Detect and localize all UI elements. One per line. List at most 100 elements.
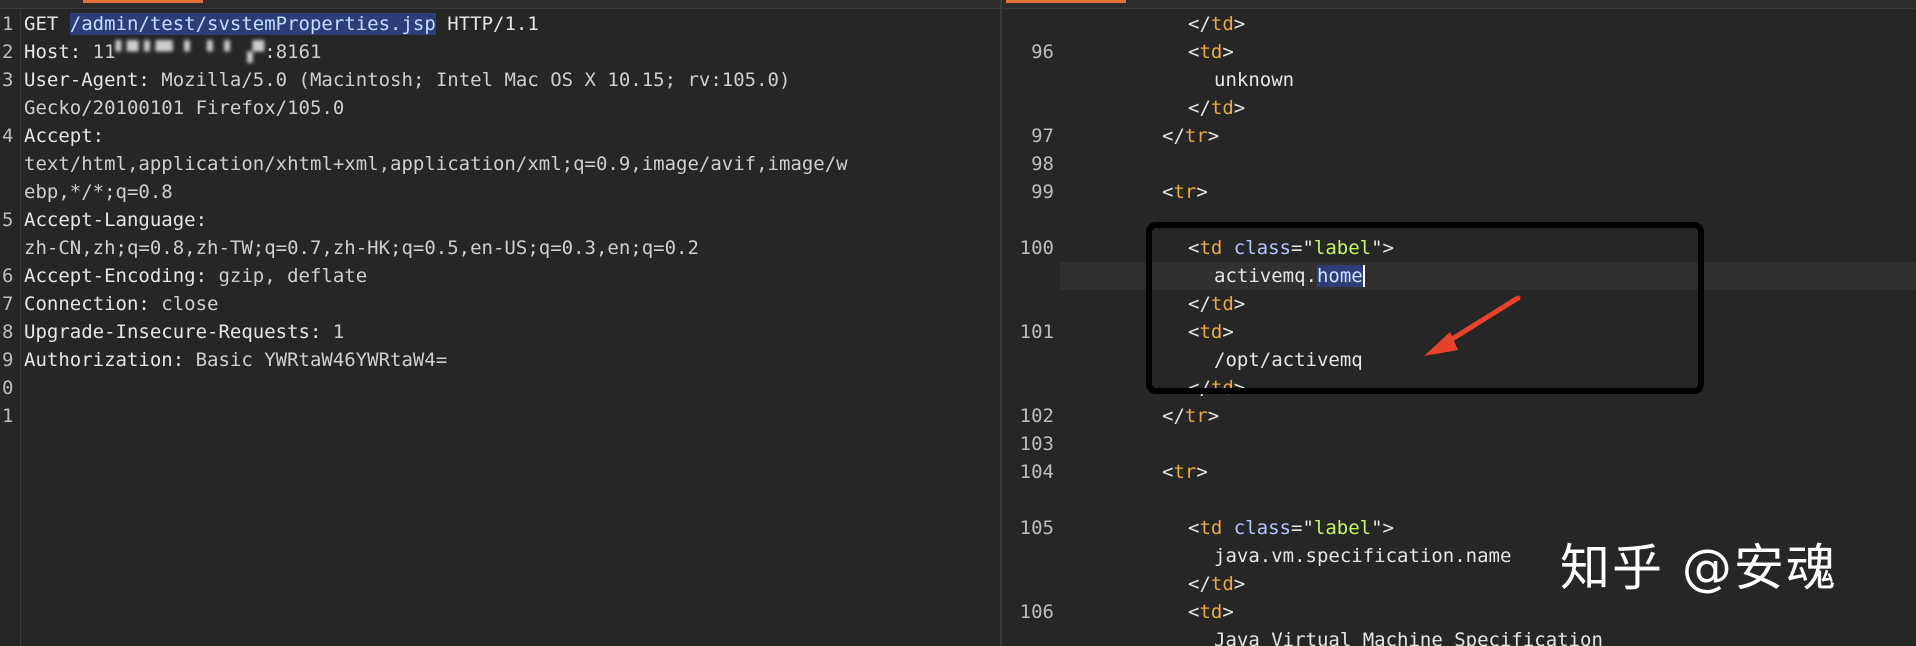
response-line[interactable]: 96 <td>: [1002, 38, 1916, 66]
red-arrow-icon: [1424, 295, 1521, 356]
request-token: ▘▀▝▝▀ ▘ ▘▝ ▗▀: [115, 41, 265, 63]
request-token: Accept-Encoding:: [24, 265, 219, 287]
response-line-code: activemq.home: [1054, 262, 1365, 290]
response-line-code: <td>: [1054, 38, 1234, 66]
request-token: text/html,application/xhtml+xml,applicat…: [24, 153, 848, 175]
line-number: 7: [2, 293, 14, 315]
code-token: tr: [1184, 405, 1208, 427]
request-token: 11: [92, 41, 116, 63]
code-token: unknown: [1214, 69, 1295, 91]
response-line-code: java.vm.specification.name: [1054, 542, 1511, 570]
response-line[interactable]: 98: [1002, 150, 1916, 178]
request-text-area[interactable]: 1 GET /admin/test/svstemProperties.jsp HT…: [0, 10, 1000, 430]
line-number: [1002, 290, 1054, 318]
code-token: <: [1162, 461, 1174, 483]
request-line[interactable]: 5 Accept-Language:: [0, 206, 1000, 234]
request-token: :8161: [264, 41, 322, 63]
request-line[interactable]: 2 Host: 11▘▀▝▝▀ ▘ ▘▝ ▗▀:8161: [0, 38, 1000, 66]
request-line[interactable]: 9 Authorization: Basic YWRtaW46YWRtaW4=: [0, 346, 1000, 374]
request-line[interactable]: 3 User-Agent: Mozilla/5.0 (Macintosh; Int…: [0, 66, 1000, 94]
request-line[interactable]: zh-CN,zh;q=0.8,zh-TW;q=0.7,zh-HK;q=0.5,e…: [0, 234, 1000, 262]
line-number: [1002, 570, 1054, 598]
line-number: [1002, 10, 1054, 38]
code-token: td: [1199, 601, 1223, 623]
code-token: >: [1233, 13, 1246, 35]
code-token: >: [1196, 181, 1208, 203]
request-line[interactable]: 8 Upgrade-Insecure-Requests: 1: [0, 318, 1000, 346]
request-token: Basic YWRtaW46YWRtaW4=: [195, 349, 448, 371]
line-number: 105: [1019, 517, 1054, 539]
response-line-code: <tr>: [1054, 458, 1208, 486]
request-editor-pane[interactable]: 1 GET /admin/test/svstemProperties.jsp HT…: [0, 0, 1000, 646]
code-token: >: [1207, 125, 1220, 147]
response-line-code: </tr>: [1054, 402, 1219, 430]
code-token: >: [1233, 573, 1246, 595]
code-token: <: [1188, 517, 1200, 539]
response-tab-strip: [1002, 0, 1916, 9]
request-line-text: Gecko/20100101 Firefox/105.0: [16, 94, 344, 122]
response-line[interactable]: 99 <tr>: [1002, 178, 1916, 206]
line-number: [1002, 262, 1054, 290]
request-line-text: Accept-Language:: [16, 206, 207, 234]
code-token: </: [1188, 97, 1211, 119]
response-active-tab-indicator[interactable]: [1006, 0, 1126, 3]
request-line[interactable]: 6 Accept-Encoding: gzip, deflate: [0, 262, 1000, 290]
line-number: 4: [2, 125, 14, 147]
code-token: >: [1222, 601, 1234, 623]
response-line-code: [1054, 486, 1110, 514]
request-token: HTTP/1.1: [435, 13, 539, 35]
line-number: [1002, 374, 1054, 402]
request-line[interactable]: ebp,*/*;q=0.8: [0, 178, 1000, 206]
response-line[interactable]: 106 <td>: [1002, 598, 1916, 626]
line-number: 98: [1031, 153, 1054, 175]
request-token: User-Agent:: [24, 69, 162, 91]
line-number: [0, 234, 16, 262]
code-token: <: [1188, 41, 1200, 63]
selected-request-path: /admin/test/svstemProperties.jsp: [69, 13, 436, 35]
line-number: 8: [2, 321, 14, 343]
request-token: Mozilla/5.0 (Macintosh; Intel Mac OS X 1…: [161, 69, 791, 91]
code-token: class: [1233, 517, 1291, 539]
response-line[interactable]: 97 </tr>: [1002, 122, 1916, 150]
code-token: </: [1188, 13, 1211, 35]
response-line[interactable]: Java Virtual Machine Specification: [1002, 626, 1916, 646]
code-token: >: [1207, 405, 1220, 427]
request-active-tab-indicator[interactable]: [83, 0, 203, 3]
response-line[interactable]: </td>: [1002, 94, 1916, 122]
response-line[interactable]: </td>: [1002, 10, 1916, 38]
response-line-code: </tr>: [1054, 122, 1219, 150]
request-line[interactable]: 7 Connection: close: [0, 290, 1000, 318]
request-token: gzip, deflate: [218, 265, 368, 287]
line-number: 6: [2, 265, 14, 287]
response-line[interactable]: 102 </tr>: [1002, 402, 1916, 430]
line-number: 9: [2, 349, 14, 371]
response-line[interactable]: [1002, 486, 1916, 514]
request-line[interactable]: Gecko/20100101 Firefox/105.0: [0, 94, 1000, 122]
code-token: td: [1199, 517, 1223, 539]
line-number: [0, 150, 16, 178]
request-line-text: zh-CN,zh;q=0.8,zh-TW;q=0.7,zh-HK;q=0.5,e…: [16, 234, 699, 262]
request-line[interactable]: text/html,application/xhtml+xml,applicat…: [0, 150, 1000, 178]
code-token: td: [1210, 13, 1234, 35]
request-line-text: Host: 11▘▀▝▝▀ ▘ ▘▝ ▗▀:8161: [16, 38, 321, 66]
line-number: 0: [2, 377, 14, 399]
code-token: tr: [1173, 181, 1197, 203]
request-line[interactable]: 1 GET /admin/test/svstemProperties.jsp HT…: [0, 10, 1000, 38]
line-number: 103: [1019, 433, 1054, 455]
code-token: <: [1188, 601, 1200, 623]
code-token: >: [1196, 461, 1208, 483]
response-line[interactable]: 104 <tr>: [1002, 458, 1916, 486]
line-number: [1002, 206, 1054, 234]
response-line[interactable]: 103: [1002, 430, 1916, 458]
request-line[interactable]: 1: [0, 402, 1000, 430]
request-line[interactable]: 4 Accept:: [0, 122, 1000, 150]
code-token: </: [1188, 573, 1211, 595]
request-line-text: [16, 374, 24, 402]
line-number: [1002, 626, 1054, 646]
response-line[interactable]: unknown: [1002, 66, 1916, 94]
code-token: >: [1222, 41, 1234, 63]
line-number: [1002, 94, 1054, 122]
request-line-text: GET /admin/test/svstemProperties.jsp HTT…: [16, 10, 539, 38]
request-line[interactable]: 0: [0, 374, 1000, 402]
